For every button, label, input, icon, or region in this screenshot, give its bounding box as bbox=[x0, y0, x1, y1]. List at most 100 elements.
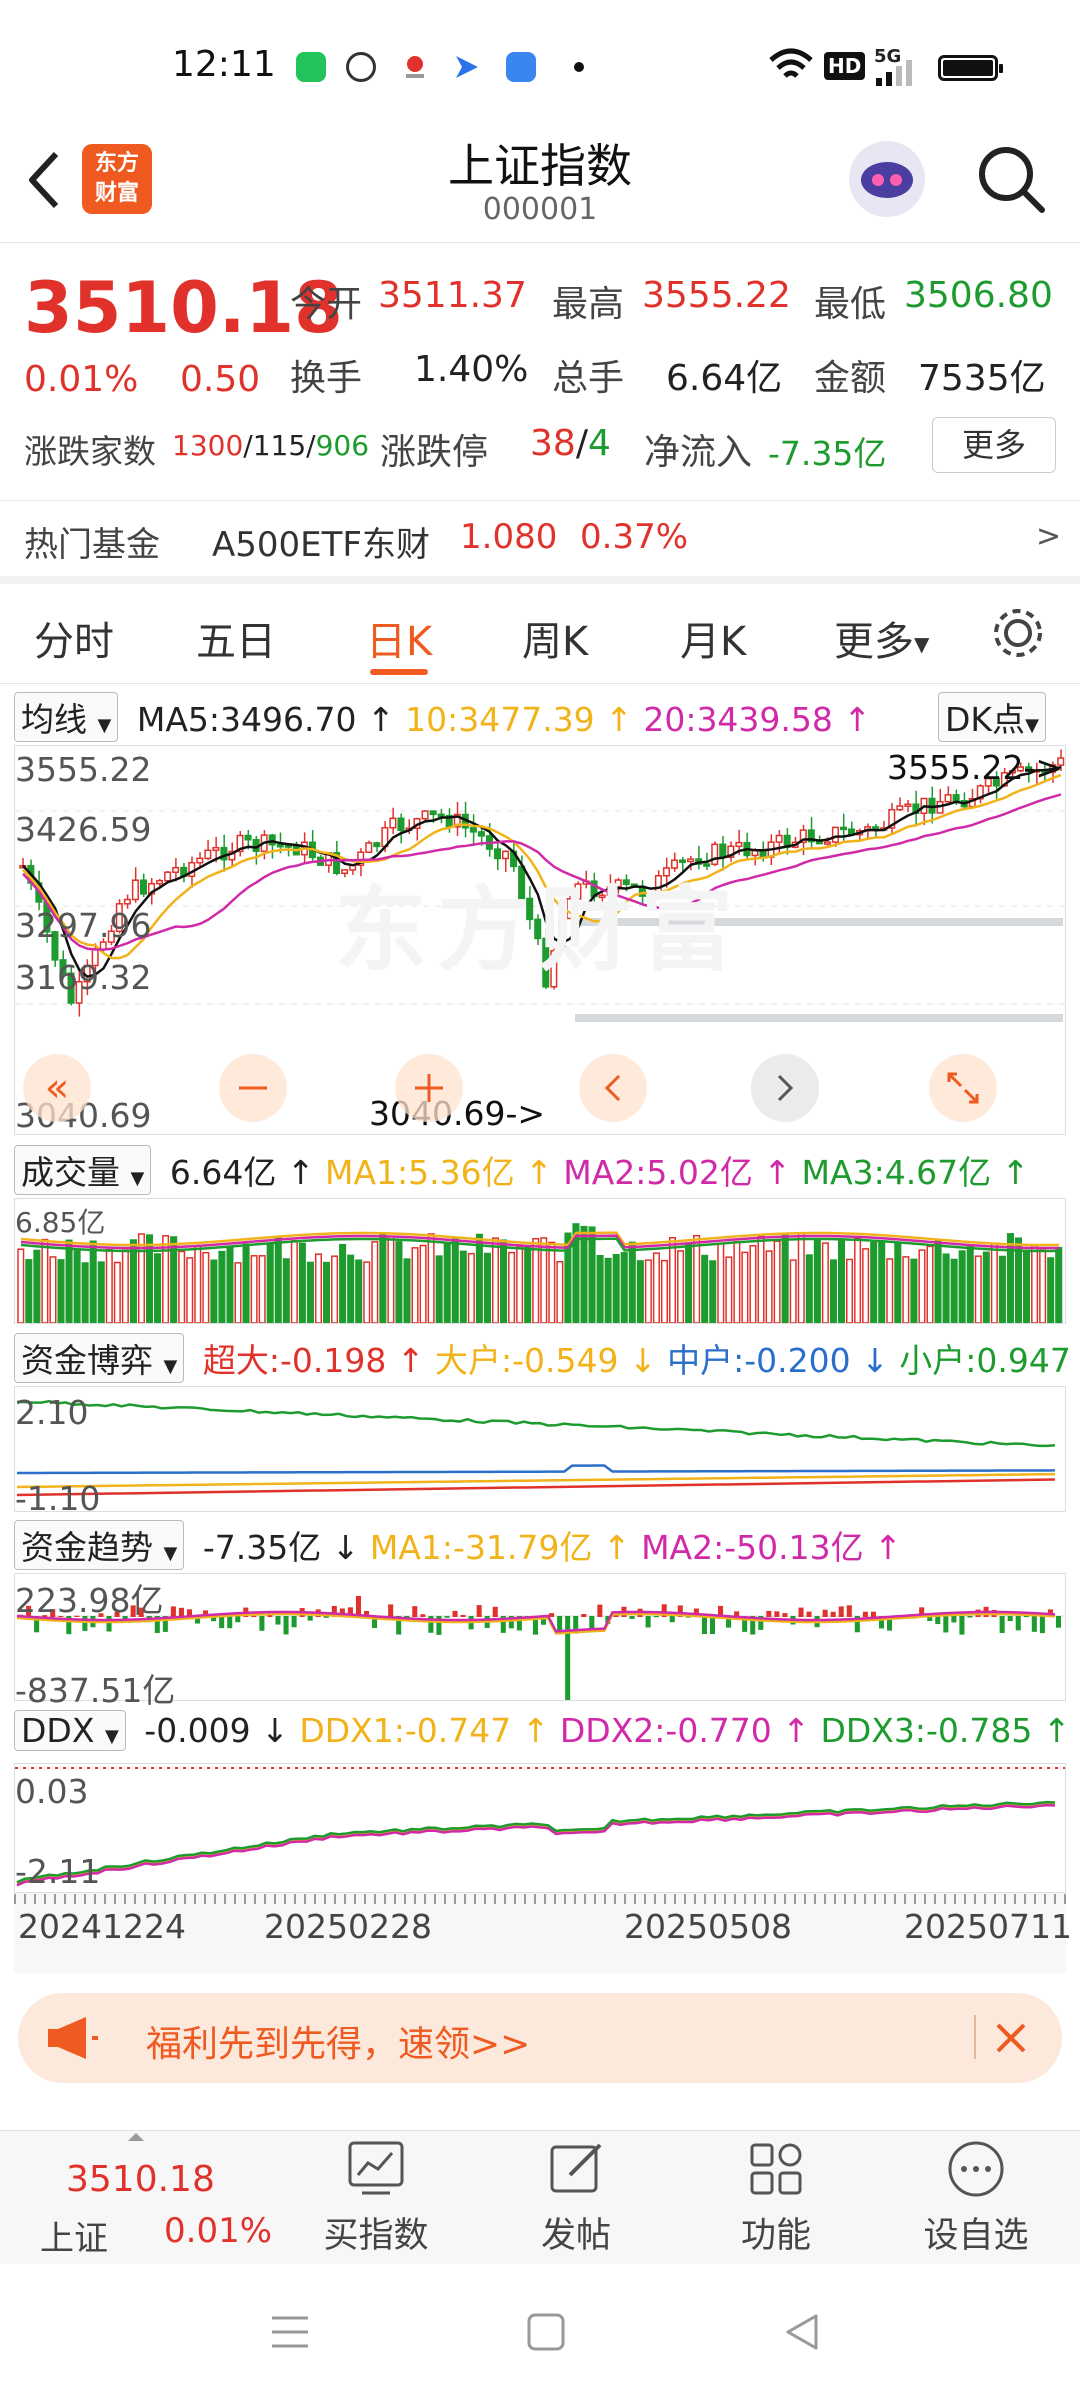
volume-bar bbox=[387, 1235, 395, 1323]
fund-trend-bar bbox=[589, 1616, 595, 1629]
tab-monthly-k[interactable]: 月K bbox=[680, 609, 746, 667]
fund-trend-bar bbox=[862, 1611, 868, 1617]
volume-bar bbox=[73, 1250, 81, 1323]
tab-daily-k[interactable]: 日K bbox=[366, 609, 432, 667]
fund-trend-bar bbox=[1031, 1616, 1037, 1632]
buy-index-button[interactable]: 买指数 bbox=[306, 2139, 446, 2258]
dk-point-button[interactable]: DK点▼ bbox=[938, 692, 1046, 742]
gear-icon[interactable] bbox=[990, 605, 1046, 661]
volume-bar bbox=[862, 1248, 870, 1323]
volume-bar bbox=[781, 1232, 789, 1323]
fullscreen-button[interactable] bbox=[929, 1054, 997, 1122]
search-icon[interactable] bbox=[974, 142, 1048, 216]
tab-more[interactable]: 更多▼ bbox=[834, 609, 929, 667]
limit-counts: 38/4 bbox=[530, 423, 611, 464]
volume-bar bbox=[725, 1256, 733, 1323]
app-icon bbox=[506, 52, 536, 82]
ma20-value: 20:3439.58 bbox=[643, 700, 833, 739]
fund-game-chart[interactable]: 2.10 -1.10 bbox=[14, 1386, 1066, 1518]
functions-button[interactable]: 功能 bbox=[706, 2139, 846, 2258]
fund-trend-select[interactable]: 资金趋势 ▼ bbox=[14, 1520, 185, 1570]
bottom-percent: 0.01% bbox=[164, 2211, 273, 2251]
ddx-chart[interactable]: 0.03 -2.11 bbox=[14, 1763, 1066, 1893]
robot-assistant-icon[interactable] bbox=[844, 136, 930, 222]
caret-down-icon: ▼ bbox=[914, 632, 930, 656]
volume-bar bbox=[17, 1248, 25, 1323]
fund-trend-bar bbox=[766, 1610, 772, 1617]
edit-icon bbox=[550, 2143, 602, 2193]
scroll-right-button[interactable] bbox=[751, 1054, 819, 1122]
fund-trend-bar bbox=[806, 1611, 812, 1617]
fund-trend-bar bbox=[951, 1616, 957, 1623]
up-arrow-icon: ↑ bbox=[752, 1153, 802, 1192]
volume-bar bbox=[210, 1259, 218, 1323]
volume-select[interactable]: 成交量 ▼ bbox=[14, 1145, 152, 1195]
promo-divider bbox=[974, 2015, 976, 2059]
close-icon[interactable] bbox=[988, 2015, 1034, 2061]
candle-body bbox=[139, 879, 147, 895]
candle-body bbox=[389, 817, 397, 829]
zoom-out-button[interactable] bbox=[219, 1054, 287, 1122]
super-flow: 超大:-0.198 bbox=[202, 1341, 387, 1380]
hot-fund-label: 热门基金 bbox=[24, 525, 160, 565]
volume-row: 成交量 ▼ 6.64亿 ↑ MA1:5.36亿 ↑ MA2:5.02亿 ↑ MA… bbox=[14, 1145, 1029, 1195]
ddx-select[interactable]: DDX ▼ bbox=[14, 1710, 126, 1751]
caret-up-icon bbox=[128, 2133, 144, 2141]
add-watchlist-button[interactable]: 设自选 bbox=[906, 2139, 1046, 2258]
fund-trend-bar bbox=[967, 1616, 973, 1618]
scroll-left-button[interactable] bbox=[579, 1054, 647, 1122]
post-button[interactable]: 发帖 bbox=[506, 2139, 646, 2258]
fund-trend-bar bbox=[943, 1616, 949, 1633]
fund-trend-bar bbox=[1039, 1616, 1045, 1634]
volume-ma1: MA1:5.36亿 bbox=[324, 1153, 515, 1192]
bottom-price[interactable]: 3510.18 bbox=[66, 2159, 215, 2200]
more-notifications-icon bbox=[574, 62, 584, 72]
ma-select[interactable]: 均线 ▼ bbox=[14, 692, 119, 742]
volume-bar bbox=[483, 1252, 491, 1323]
ddx-select-label: DDX bbox=[21, 1711, 95, 1750]
minus-icon bbox=[239, 1086, 267, 1090]
hot-fund-bar[interactable]: 热门基金 A500ETF东财 1.080 0.37% > bbox=[0, 500, 1080, 577]
large-flow: 大户:-0.549 bbox=[434, 1341, 619, 1380]
up-arrow-icon: ↑ bbox=[771, 1711, 821, 1750]
volume-bar bbox=[693, 1234, 701, 1323]
tab-five-day[interactable]: 五日 bbox=[196, 609, 276, 667]
ddx-y-top: 0.03 bbox=[15, 1772, 89, 1811]
volume-bar bbox=[749, 1244, 757, 1323]
volume-bar bbox=[524, 1245, 532, 1323]
fund-trend-bar bbox=[291, 1616, 297, 1628]
volume-bar bbox=[266, 1243, 274, 1323]
volume-bar bbox=[290, 1239, 298, 1323]
more-button[interactable]: 更多 bbox=[932, 417, 1056, 473]
date-label-1: 20241224 bbox=[18, 1907, 186, 1946]
candle-body bbox=[373, 842, 381, 848]
volume-bar bbox=[419, 1244, 427, 1323]
back-nav-icon[interactable] bbox=[782, 2312, 822, 2352]
hot-fund-price: 1.080 bbox=[460, 517, 558, 557]
fund-game-y-top: 2.10 bbox=[15, 1393, 89, 1432]
volume-bar bbox=[500, 1239, 508, 1323]
volume-bar bbox=[1047, 1257, 1055, 1323]
small-flow-line bbox=[16, 1399, 1056, 1448]
volume-bar bbox=[532, 1237, 540, 1323]
volume-bar bbox=[226, 1246, 234, 1323]
fund-trend-chart[interactable]: 223.98亿 -837.51亿 bbox=[14, 1573, 1066, 1710]
up-arrow-icon: ↑ bbox=[991, 1153, 1030, 1192]
tab-intraday[interactable]: 分时 bbox=[34, 609, 114, 667]
volume-bar bbox=[636, 1260, 644, 1323]
kline-chart[interactable]: 东方财富 3555.22 3426.59 3297.96 3169.32 304… bbox=[14, 745, 1066, 1135]
home-icon[interactable] bbox=[526, 2312, 566, 2352]
promo-banner[interactable]: 福利先到先得，速领>> bbox=[18, 1993, 1062, 2083]
volume-bar bbox=[829, 1259, 837, 1323]
volume-bar bbox=[668, 1237, 677, 1323]
fund-game-plot bbox=[16, 1399, 1056, 1497]
fund-game-select[interactable]: 资金博弈 ▼ bbox=[14, 1333, 185, 1383]
volume-bar bbox=[218, 1250, 226, 1323]
tab-weekly-k[interactable]: 周K bbox=[522, 609, 588, 667]
fund-trend-bar bbox=[275, 1616, 281, 1625]
volume-bar bbox=[958, 1250, 966, 1323]
zoom-in-button[interactable] bbox=[395, 1054, 463, 1122]
menu-icon[interactable] bbox=[270, 2314, 310, 2350]
scroll-left-fast-button[interactable]: « bbox=[23, 1054, 91, 1122]
volume-chart[interactable]: 6.85亿 bbox=[14, 1198, 1066, 1324]
